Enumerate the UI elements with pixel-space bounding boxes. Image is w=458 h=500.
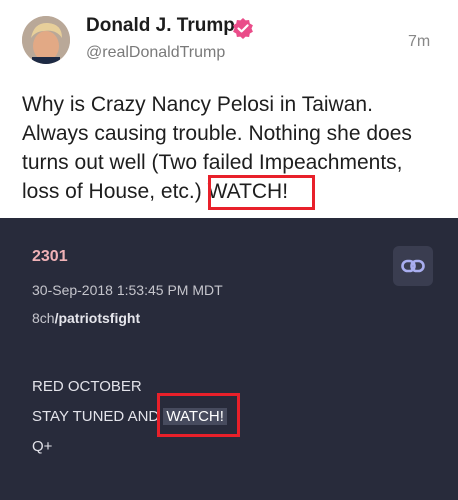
drop-line-2-text: STAY TUNED AND — [32, 408, 164, 425]
post-date: 30-Sep-2018 1:53:45 PM MDT — [32, 282, 223, 298]
board-path: /patriotsfight — [54, 310, 141, 326]
social-post: Donald J. Trump @realDonaldTrump 7m Why … — [0, 0, 458, 218]
avatar-image — [22, 16, 70, 64]
highlight-box-drop — [157, 393, 240, 437]
avatar[interactable] — [22, 16, 70, 64]
highlight-box-post — [208, 175, 315, 210]
q-drop-card: 2301 30-Sep-2018 1:53:45 PM MDT 8ch/patr… — [0, 218, 458, 500]
handle[interactable]: @realDonaldTrump — [86, 44, 225, 62]
drop-line-3: Q+ — [32, 438, 53, 455]
chain-link-icon — [401, 259, 425, 273]
verified-badge-icon — [233, 18, 253, 39]
link-button[interactable] — [393, 246, 433, 286]
post-timestamp[interactable]: 7m — [408, 33, 430, 51]
drop-line-1: RED OCTOBER — [32, 378, 142, 395]
board-prefix: 8ch — [32, 310, 55, 326]
display-name[interactable]: Donald J. Trump — [86, 15, 235, 37]
board-name[interactable]: 8ch/patriotsfight — [32, 310, 140, 326]
post-number[interactable]: 2301 — [32, 248, 68, 266]
